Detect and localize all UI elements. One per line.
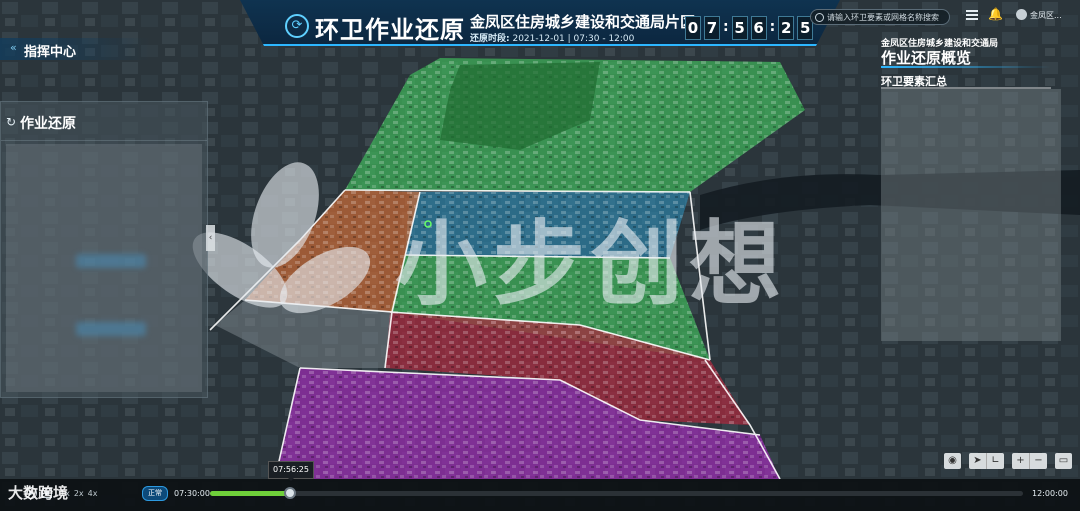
search-icon	[815, 12, 824, 22]
replay-value: 2021-12-01 | 07:30 - 12:00	[512, 34, 635, 44]
end-time: 12:00:00	[1032, 489, 1068, 498]
clock-digit: 0	[685, 16, 701, 40]
collapse-panel-button[interactable]: ‹	[206, 225, 215, 251]
panel-content	[6, 144, 202, 392]
bottom-watermark: 大数跨境	[8, 484, 69, 502]
clock-digit: 5	[731, 16, 748, 40]
command-center-label: 指挥中心	[24, 45, 77, 60]
fullscreen-icon[interactable]: ▭	[1055, 453, 1072, 469]
app-title: 环卫作业还原	[315, 16, 465, 44]
refresh-icon[interactable]: ↻	[6, 115, 16, 129]
progress-fill	[210, 491, 290, 496]
watermark-text: 小步创想	[395, 211, 788, 318]
view-control[interactable]: ➤ ∟	[969, 453, 1004, 469]
clock-digit: 2	[778, 16, 795, 40]
clock-digit: 6	[750, 16, 767, 40]
tilt-icon[interactable]: ∟	[986, 453, 1004, 469]
summary-panel	[881, 89, 1061, 341]
current-time-tooltip: 07:56:25	[268, 461, 314, 481]
globe-control[interactable]: ◉	[944, 453, 961, 469]
replay-time: 还原时段: 2021-12-01 | 07:30 - 12:00	[470, 31, 634, 44]
zoom-in-icon[interactable]: +	[1012, 453, 1029, 469]
progress-thumb[interactable]	[284, 487, 296, 499]
panel-header: ↻ 作业还原	[1, 102, 207, 141]
menu-icon[interactable]	[966, 8, 978, 20]
globe-icon[interactable]: ◉	[944, 453, 961, 469]
clock-separator: :	[723, 19, 729, 35]
search-input[interactable]	[827, 12, 939, 22]
status-badge[interactable]: 正常	[142, 486, 168, 501]
panel-action-button[interactable]	[76, 322, 146, 336]
avatar[interactable]	[1016, 9, 1027, 20]
chevron-left-icon: «	[10, 41, 17, 54]
refresh-logo-icon: ⟳	[285, 14, 309, 38]
speed-option[interactable]: 4x	[88, 489, 98, 498]
digital-clock: 0 7 : 5 6 : 2 5	[685, 16, 814, 40]
work-replay-panel: ↻ 作业还原	[0, 101, 208, 398]
fullscreen-control[interactable]: ▭	[1055, 453, 1072, 469]
right-title: 作业还原概览	[881, 49, 972, 67]
panel-action-button[interactable]	[76, 254, 146, 268]
progress-track[interactable]	[210, 491, 1023, 496]
zoom-control[interactable]: + −	[1012, 453, 1047, 469]
watermark-logo	[192, 162, 371, 314]
bell-icon[interactable]: 🔔	[988, 7, 1003, 21]
search-box[interactable]	[810, 9, 950, 25]
district-title: 金凤区住房城乡建设和交通局片区	[470, 13, 696, 31]
locate-icon[interactable]: ➤	[969, 453, 986, 469]
zoom-out-icon[interactable]: −	[1029, 453, 1047, 469]
command-center-link[interactable]: « 指挥中心	[0, 38, 150, 60]
clock-separator: :	[769, 19, 776, 35]
divider	[881, 66, 1051, 68]
panel-title: 作业还原	[20, 116, 76, 132]
start-time: 07:30:00	[174, 489, 210, 498]
replay-label: 还原时段:	[470, 34, 510, 44]
user-name[interactable]: 金凤区...	[1030, 10, 1062, 21]
speed-option[interactable]: 2x	[74, 489, 84, 498]
clock-digit: 7	[704, 16, 720, 40]
